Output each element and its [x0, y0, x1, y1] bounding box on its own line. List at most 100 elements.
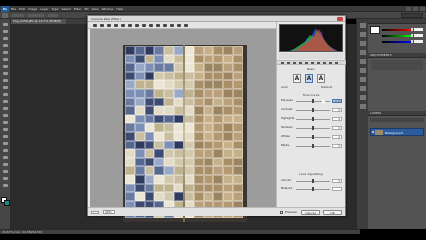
slider-value-field[interactable] [414, 34, 423, 37]
panel-dock-icon[interactable] [360, 86, 366, 91]
panel-dock-icon[interactable] [360, 41, 366, 46]
slider-value-field[interactable] [414, 40, 423, 43]
panel-dock-icon[interactable] [360, 59, 366, 64]
tool-icon[interactable] [2, 57, 9, 62]
tool-icon[interactable] [2, 155, 9, 160]
basic-tab-icon[interactable] [280, 61, 285, 65]
color-sampler-icon[interactable] [113, 23, 119, 28]
color-slider[interactable] [382, 28, 424, 31]
tool-icon[interactable] [2, 162, 9, 167]
target-adjust-icon[interactable] [120, 23, 126, 28]
cancel-button[interactable]: Cancel [301, 210, 320, 215]
white-balance-icon[interactable] [106, 23, 112, 28]
slider-knob[interactable] [312, 135, 314, 139]
slider-value-input[interactable]: 0 [332, 108, 342, 112]
rotate-left-icon[interactable] [176, 23, 182, 28]
tool-icon[interactable] [2, 64, 9, 69]
minimize-button[interactable] [406, 7, 411, 11]
slider-amount[interactable]: Amount 0 [281, 179, 343, 184]
tool-icon[interactable] [2, 106, 9, 111]
slider-highlights[interactable]: Highlights 0 [281, 117, 343, 122]
tool-icon[interactable] [2, 113, 9, 118]
slider-knob[interactable] [312, 179, 314, 183]
tool-icon[interactable] [2, 141, 9, 146]
tool-icon[interactable] [2, 78, 9, 83]
close-dialog-icon[interactable] [337, 17, 343, 21]
adjustment-brush-icon[interactable] [155, 23, 161, 28]
slider-value-input[interactable]: +0.00 [332, 99, 342, 103]
layers-filter-bar[interactable] [370, 118, 424, 122]
menu-item-layer[interactable]: Layer [40, 7, 48, 11]
adjustments-panel-header[interactable]: Adjustments [368, 53, 426, 58]
slider-knob[interactable] [312, 126, 314, 130]
eye-icon[interactable] [372, 131, 374, 133]
slider-value-input[interactable]: 0 [332, 179, 342, 183]
tone-curve-tab-icon[interactable] [286, 61, 291, 65]
slider-value-field[interactable] [414, 28, 423, 31]
slider-blacks[interactable]: Blacks 0 [281, 144, 343, 149]
radial-filter-icon[interactable] [169, 23, 175, 28]
default-link[interactable]: Default [321, 85, 341, 89]
layers-panel-header[interactable]: Layers [368, 111, 426, 116]
hsl-tab-icon[interactable] [298, 61, 303, 65]
slider-knob[interactable] [312, 144, 314, 148]
panel-dock-icon[interactable] [360, 32, 366, 37]
slider-whites[interactable]: Whites 0 [281, 135, 343, 140]
slider-midpoint[interactable]: Midpoint [281, 187, 343, 192]
panel-dock-icon[interactable] [360, 50, 366, 55]
tool-icon[interactable] [2, 120, 9, 125]
slider-value-input[interactable]: 0 [332, 135, 342, 139]
adjustments-icons[interactable] [371, 60, 423, 70]
tool-icon[interactable] [2, 183, 9, 188]
presets-tab-icon[interactable] [328, 61, 333, 65]
auto-link[interactable]: Auto [281, 85, 301, 89]
panel-color-swatch[interactable] [370, 26, 380, 34]
option-field[interactable] [48, 14, 58, 17]
option-field[interactable] [28, 14, 44, 17]
menu-item-3d[interactable]: 3D [84, 7, 88, 11]
wb-preset-icon[interactable]: A [293, 74, 301, 83]
graduated-filter-icon[interactable] [162, 23, 168, 28]
slider-shadows[interactable]: Shadows 0 [281, 126, 343, 131]
zoom-icon[interactable] [92, 23, 98, 28]
tool-icon[interactable] [2, 43, 9, 48]
slider-exposure[interactable]: Exposure +0.00 [281, 99, 343, 104]
menu-item-type[interactable]: Type [52, 7, 59, 11]
slider-knob[interactable] [312, 117, 314, 121]
zoom-out-button[interactable] [91, 211, 99, 214]
menu-item-view[interactable]: View [91, 7, 98, 11]
slider-contrast[interactable]: Contrast 0 [281, 108, 343, 113]
slider-knob[interactable] [312, 187, 314, 191]
slider-value-input[interactable] [332, 187, 342, 191]
color-panel-header[interactable] [368, 19, 426, 24]
tool-icon[interactable] [2, 169, 9, 174]
option-field[interactable] [12, 14, 24, 17]
crop-icon[interactable] [127, 23, 133, 28]
zoom-level-select[interactable]: 16% [103, 210, 115, 214]
background-color-swatch[interactable] [4, 200, 10, 206]
menu-item-edit[interactable]: Edit [19, 7, 25, 11]
close-window-button[interactable] [420, 7, 425, 11]
preview-checkbox[interactable] [280, 211, 283, 214]
workspace-switcher[interactable] [401, 13, 423, 18]
tool-icon[interactable] [2, 71, 9, 76]
wb-preset-icon[interactable]: A [305, 74, 313, 83]
current-tool-icon[interactable] [2, 13, 8, 18]
menu-item-file[interactable]: File [11, 7, 16, 11]
slider-value-input[interactable]: 0 [332, 144, 342, 148]
slider-knob[interactable] [312, 99, 314, 103]
panel-dock-icon[interactable] [360, 104, 366, 109]
menu-item-image[interactable]: Image [28, 7, 37, 11]
effects-tab-icon[interactable] [316, 61, 321, 65]
panel-dock-icon[interactable] [360, 77, 366, 82]
panel-dock-icon[interactable] [360, 23, 366, 28]
split-toning-tab-icon[interactable] [304, 61, 309, 65]
tool-icon[interactable] [2, 22, 9, 27]
tool-icon[interactable] [2, 36, 9, 41]
rotate-right-icon[interactable] [183, 23, 189, 28]
menu-item-select[interactable]: Select [62, 7, 71, 11]
wb-preset-icon[interactable]: A [317, 74, 325, 83]
slider-value-input[interactable]: 0 [332, 117, 342, 121]
tool-icon[interactable] [2, 127, 9, 132]
tool-icon[interactable] [2, 50, 9, 55]
